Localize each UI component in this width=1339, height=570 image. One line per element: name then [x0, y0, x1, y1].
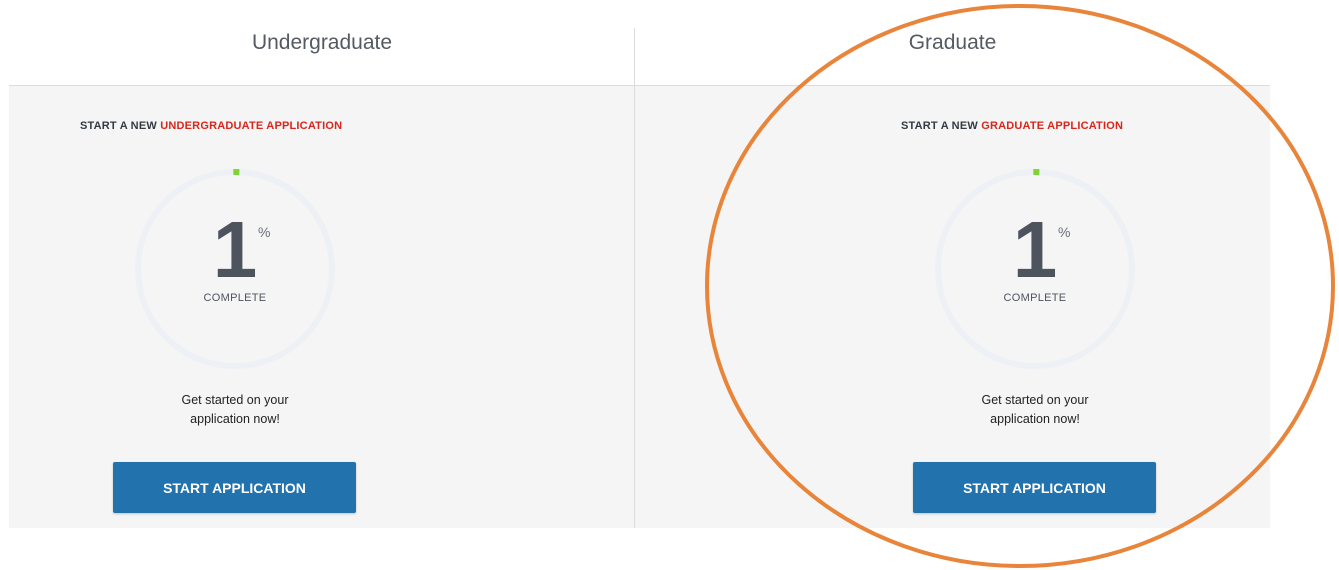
graduate-percent-value: 1: [1012, 205, 1058, 294]
complete-label: COMPLETE: [203, 292, 267, 304]
heading-accent: UNDERGRADUATE APPLICATION: [160, 120, 343, 132]
undergraduate-message: Get started on your application now!: [135, 391, 335, 429]
tab-graduate-label: Graduate: [908, 30, 997, 54]
message-line2: application now!: [190, 412, 280, 426]
undergraduate-content: START A NEW UNDERGRADUATE APPLICATION 1 …: [9, 86, 635, 528]
undergraduate-percent-value: 1: [212, 205, 258, 294]
heading-prefix: START A NEW: [80, 120, 161, 132]
graduate-content: START A NEW GRADUATE APPLICATION 1 % COM…: [635, 86, 1270, 528]
heading-accent: GRADUATE APPLICATION: [981, 120, 1124, 132]
graduate-start-heading: START A NEW GRADUATE APPLICATION: [901, 120, 1123, 132]
message-line1: Get started on your: [981, 393, 1089, 407]
graduate-panel: Graduate START A NEW GRADUATE APPLICATIO…: [635, 0, 1270, 528]
heading-prefix: START A NEW: [901, 120, 982, 132]
graduate-progress-ring: 1 % COMPLETE: [930, 164, 1140, 374]
percent-sign: %: [258, 224, 271, 240]
complete-label: COMPLETE: [1003, 292, 1067, 304]
undergraduate-panel: Undergraduate START A NEW UNDERGRADUATE …: [9, 0, 635, 528]
undergraduate-start-application-button[interactable]: START APPLICATION: [113, 462, 356, 513]
message-line2: application now!: [990, 412, 1080, 426]
tab-graduate[interactable]: Graduate: [635, 0, 1270, 86]
graduate-message: Get started on your application now!: [935, 391, 1135, 429]
tab-undergraduate[interactable]: Undergraduate: [9, 0, 635, 86]
percent-sign: %: [1058, 224, 1071, 240]
undergraduate-progress-ring: 1 % COMPLETE: [130, 164, 340, 374]
message-line1: Get started on your: [181, 393, 289, 407]
tab-undergraduate-label: Undergraduate: [251, 30, 393, 54]
undergraduate-start-heading: START A NEW UNDERGRADUATE APPLICATION: [80, 120, 342, 132]
graduate-start-application-button[interactable]: START APPLICATION: [913, 462, 1156, 513]
